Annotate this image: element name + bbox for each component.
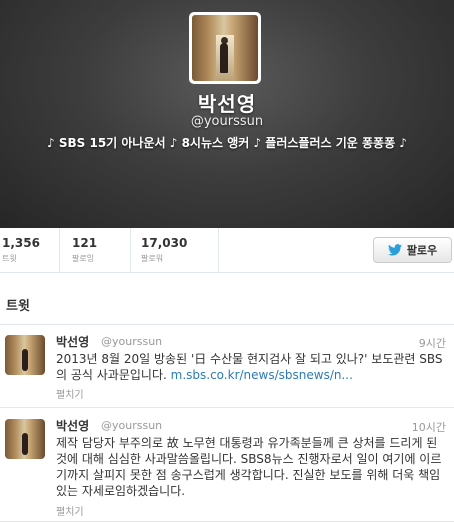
tweet-author-name[interactable]: 박선영 (56, 417, 89, 434)
tweet-expand-link[interactable]: 펼치기 (56, 503, 84, 518)
twitter-bird-icon (387, 244, 402, 256)
profile-header: 박선영 @yourssun ♪ SBS 15기 아나운서 ♪ 8시뉴스 앵커 ♪… (0, 0, 454, 228)
stat-tweets-label: 트윗 (2, 254, 17, 263)
profile-display-name: 박선영 (197, 92, 257, 116)
tweet-timestamp[interactable]: 9시간 (419, 335, 446, 351)
stat-divider (59, 228, 60, 272)
tweet-body: 제작 담당자 부주의로 故 노무현 대통령과 유가족분들께 큰 상처를 드리게 … (56, 436, 442, 498)
tweet-item[interactable]: 박선영 @yourssun 10시간 제작 담당자 부주의로 故 노무현 대통령… (0, 409, 454, 522)
stat-following[interactable]: 121 팔로잉 (72, 236, 97, 264)
profile-avatar[interactable] (189, 12, 261, 84)
tweet-avatar[interactable] (5, 335, 45, 375)
stat-tweets[interactable]: 1,356 트윗 (2, 236, 40, 264)
tweet-avatar[interactable] (5, 419, 45, 459)
avatar-photo (192, 15, 258, 81)
stat-divider (218, 228, 219, 272)
tweet-text: 2013년 8월 20일 방송된 '日 수산물 현지검사 잘 되고 있나?' 보… (56, 351, 448, 383)
follow-button[interactable]: 팔로우 (373, 237, 452, 263)
tweets-section-header: 트윗 (0, 273, 454, 325)
stat-following-value: 121 (72, 236, 98, 250)
follow-button-label: 팔로우 (406, 244, 438, 257)
profile-bio: ♪ SBS 15기 아나운서 ♪ 8시뉴스 앵커 ♪ 플러스플러스 기운 퐁퐁퐁… (47, 136, 407, 150)
tweet-link[interactable]: m.sbs.co.kr/news/sbsnews/n... (171, 368, 353, 382)
tweets-section-title: 트윗 (6, 299, 30, 314)
stat-divider (130, 228, 131, 272)
tweet-expand-link[interactable]: 펼치기 (56, 386, 84, 401)
tweet-item[interactable]: 박선영 @yourssun 9시간 2013년 8월 20일 방송된 '日 수산… (0, 325, 454, 408)
stat-following-label: 팔로잉 (72, 254, 95, 263)
tweet-author-handle[interactable]: @yourssun (101, 335, 162, 348)
tweet-author-handle[interactable]: @yourssun (101, 419, 162, 432)
stat-followers-value: 17,030 (141, 236, 188, 250)
stat-followers-label: 팔로워 (141, 254, 164, 263)
tweet-text: 제작 담당자 부주의로 故 노무현 대통령과 유가족분들께 큰 상처를 드리게 … (56, 435, 448, 499)
stat-followers[interactable]: 17,030 팔로워 (141, 236, 187, 264)
stat-tweets-value: 1,356 (2, 236, 40, 250)
tweet-author-name[interactable]: 박선영 (56, 333, 89, 350)
profile-screen-name: @yourssun (190, 114, 264, 129)
tweet-timestamp[interactable]: 10시간 (412, 419, 446, 435)
